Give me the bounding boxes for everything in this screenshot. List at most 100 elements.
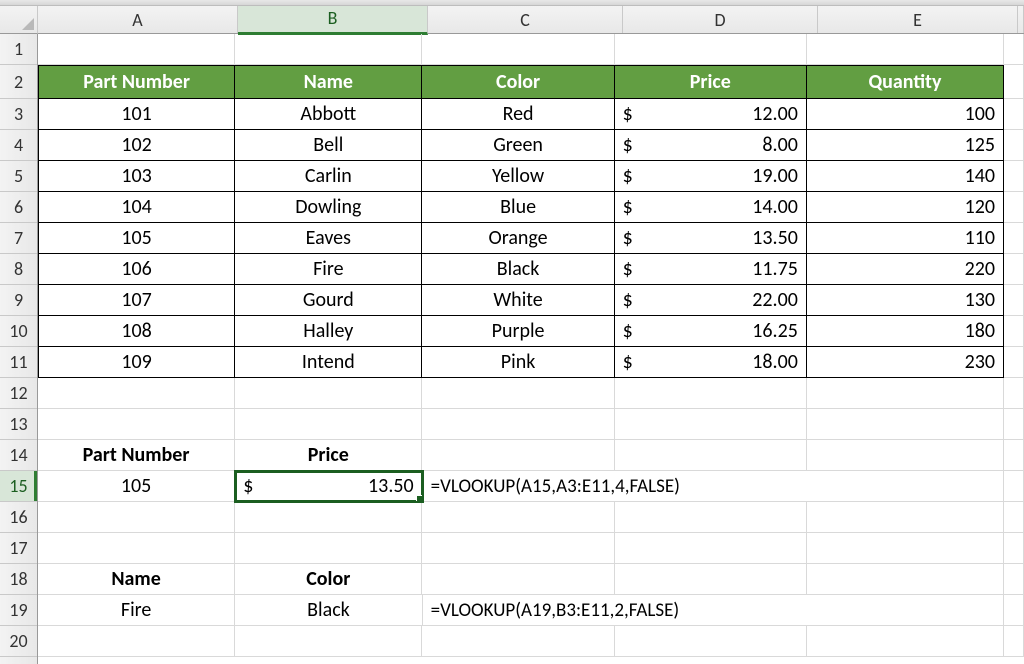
cell-empty[interactable]: [615, 34, 807, 65]
cell-price[interactable]: $12.00: [615, 99, 807, 130]
cell-name[interactable]: Bell: [235, 130, 422, 161]
row-header-14[interactable]: 14: [0, 440, 37, 471]
cell-color[interactable]: Red: [422, 99, 614, 130]
cell-quantity[interactable]: 110: [807, 223, 1004, 254]
cell-part-number[interactable]: 106: [38, 254, 235, 285]
cell-part-number[interactable]: 105: [38, 223, 235, 254]
cell-grid[interactable]: Part NumberNameColorPriceQuantity101Abbo…: [38, 34, 1024, 664]
table-header[interactable]: Color: [422, 65, 614, 99]
cell-empty[interactable]: [615, 409, 807, 440]
lookup1-value1[interactable]: 105: [38, 471, 235, 502]
cell-quantity[interactable]: 100: [807, 99, 1004, 130]
cell-color[interactable]: Yellow: [422, 161, 614, 192]
cell-color[interactable]: White: [422, 285, 614, 316]
cell-empty[interactable]: [807, 502, 1004, 533]
row-header-2[interactable]: 2: [0, 65, 37, 99]
cell-empty[interactable]: [807, 626, 1004, 657]
cell-empty[interactable]: [1004, 34, 1024, 65]
row-header-19[interactable]: 19: [0, 595, 37, 626]
cell-empty[interactable]: [422, 409, 614, 440]
cell-name[interactable]: Carlin: [235, 161, 422, 192]
row-header-12[interactable]: 12: [0, 378, 37, 409]
cell-empty[interactable]: [235, 409, 422, 440]
cell-name[interactable]: Abbott: [235, 99, 422, 130]
cell-quantity[interactable]: 140: [807, 161, 1004, 192]
row-header-15[interactable]: 15: [0, 471, 37, 502]
cell-quantity[interactable]: 220: [807, 254, 1004, 285]
cell-empty[interactable]: [1004, 316, 1024, 347]
row-header-20[interactable]: 20: [0, 626, 37, 657]
cell-empty[interactable]: [38, 34, 235, 65]
cell-part-number[interactable]: 107: [38, 285, 235, 316]
cell-name[interactable]: Dowling: [235, 192, 422, 223]
cell-color[interactable]: Pink: [422, 347, 614, 378]
cell-empty[interactable]: [1004, 192, 1024, 223]
cell-color[interactable]: Black: [422, 254, 614, 285]
row-header-11[interactable]: 11: [0, 347, 37, 378]
cell-quantity[interactable]: 125: [807, 130, 1004, 161]
column-header-e[interactable]: E: [818, 6, 1018, 33]
column-header-overflow[interactable]: [1018, 6, 1024, 33]
cell-part-number[interactable]: 104: [38, 192, 235, 223]
cell-price[interactable]: $16.25: [615, 316, 807, 347]
cell-empty[interactable]: [422, 34, 614, 65]
table-header[interactable]: Name: [235, 65, 422, 99]
cell-name[interactable]: Eaves: [235, 223, 422, 254]
cell-empty[interactable]: [1004, 378, 1024, 409]
table-header[interactable]: Part Number: [38, 65, 235, 99]
cell-empty[interactable]: [1004, 409, 1024, 440]
cell-empty[interactable]: [1004, 285, 1024, 316]
active-cell[interactable]: $13.50: [235, 471, 422, 502]
select-all-corner[interactable]: [0, 6, 38, 34]
row-header-13[interactable]: 13: [0, 409, 37, 440]
lookup2-value1[interactable]: Fire: [38, 595, 235, 626]
cell-quantity[interactable]: 130: [807, 285, 1004, 316]
row-header-7[interactable]: 7: [0, 223, 37, 254]
cell-name[interactable]: Gourd: [235, 285, 422, 316]
row-header-3[interactable]: 3: [0, 99, 37, 130]
cell-empty[interactable]: [807, 378, 1004, 409]
cell-name[interactable]: Fire: [235, 254, 422, 285]
cell-color[interactable]: Purple: [422, 316, 614, 347]
cell-empty[interactable]: [1004, 564, 1024, 595]
cell-price[interactable]: $13.50: [615, 223, 807, 254]
cell-price[interactable]: $14.00: [615, 192, 807, 223]
row-header-8[interactable]: 8: [0, 254, 37, 285]
cell-empty[interactable]: [1004, 99, 1024, 130]
lookup2-value2[interactable]: Black: [235, 595, 422, 626]
cell-empty[interactable]: [1004, 595, 1024, 626]
cell-price[interactable]: $11.75: [615, 254, 807, 285]
cell-empty[interactable]: [422, 502, 614, 533]
cell-empty[interactable]: [615, 502, 807, 533]
cell-empty[interactable]: [1004, 626, 1024, 657]
cell-part-number[interactable]: 109: [38, 347, 235, 378]
cell-price[interactable]: $18.00: [615, 347, 807, 378]
cell-empty[interactable]: [422, 533, 614, 564]
cell-empty[interactable]: [1004, 254, 1024, 285]
cell-color[interactable]: Blue: [422, 192, 614, 223]
cell-empty[interactable]: [615, 626, 807, 657]
cell-empty[interactable]: [235, 378, 422, 409]
cell-empty[interactable]: [807, 409, 1004, 440]
cell-price[interactable]: $19.00: [615, 161, 807, 192]
cell-part-number[interactable]: 103: [38, 161, 235, 192]
cell-empty[interactable]: [807, 34, 1004, 65]
cell-quantity[interactable]: 230: [807, 347, 1004, 378]
cell-empty[interactable]: [807, 533, 1004, 564]
cell-empty[interactable]: [615, 564, 807, 595]
cell-color[interactable]: Green: [422, 130, 614, 161]
row-header-16[interactable]: 16: [0, 502, 37, 533]
cell-name[interactable]: Intend: [235, 347, 422, 378]
cell-empty[interactable]: [235, 34, 422, 65]
row-header-1[interactable]: 1: [0, 34, 37, 65]
formula-text[interactable]: =VLOOKUP(A19,B3:E11,2,FALSE): [423, 595, 1004, 626]
cell-empty[interactable]: [38, 533, 235, 564]
cell-empty[interactable]: [38, 378, 235, 409]
cell-empty[interactable]: [422, 564, 614, 595]
formula-text[interactable]: =VLOOKUP(A15,A3:E11,4,FALSE): [423, 471, 1004, 502]
cell-empty[interactable]: [422, 378, 614, 409]
lookup1-header2[interactable]: Price: [235, 440, 422, 471]
row-header-17[interactable]: 17: [0, 533, 37, 564]
row-header-6[interactable]: 6: [0, 192, 37, 223]
cell-empty[interactable]: [1004, 65, 1024, 99]
